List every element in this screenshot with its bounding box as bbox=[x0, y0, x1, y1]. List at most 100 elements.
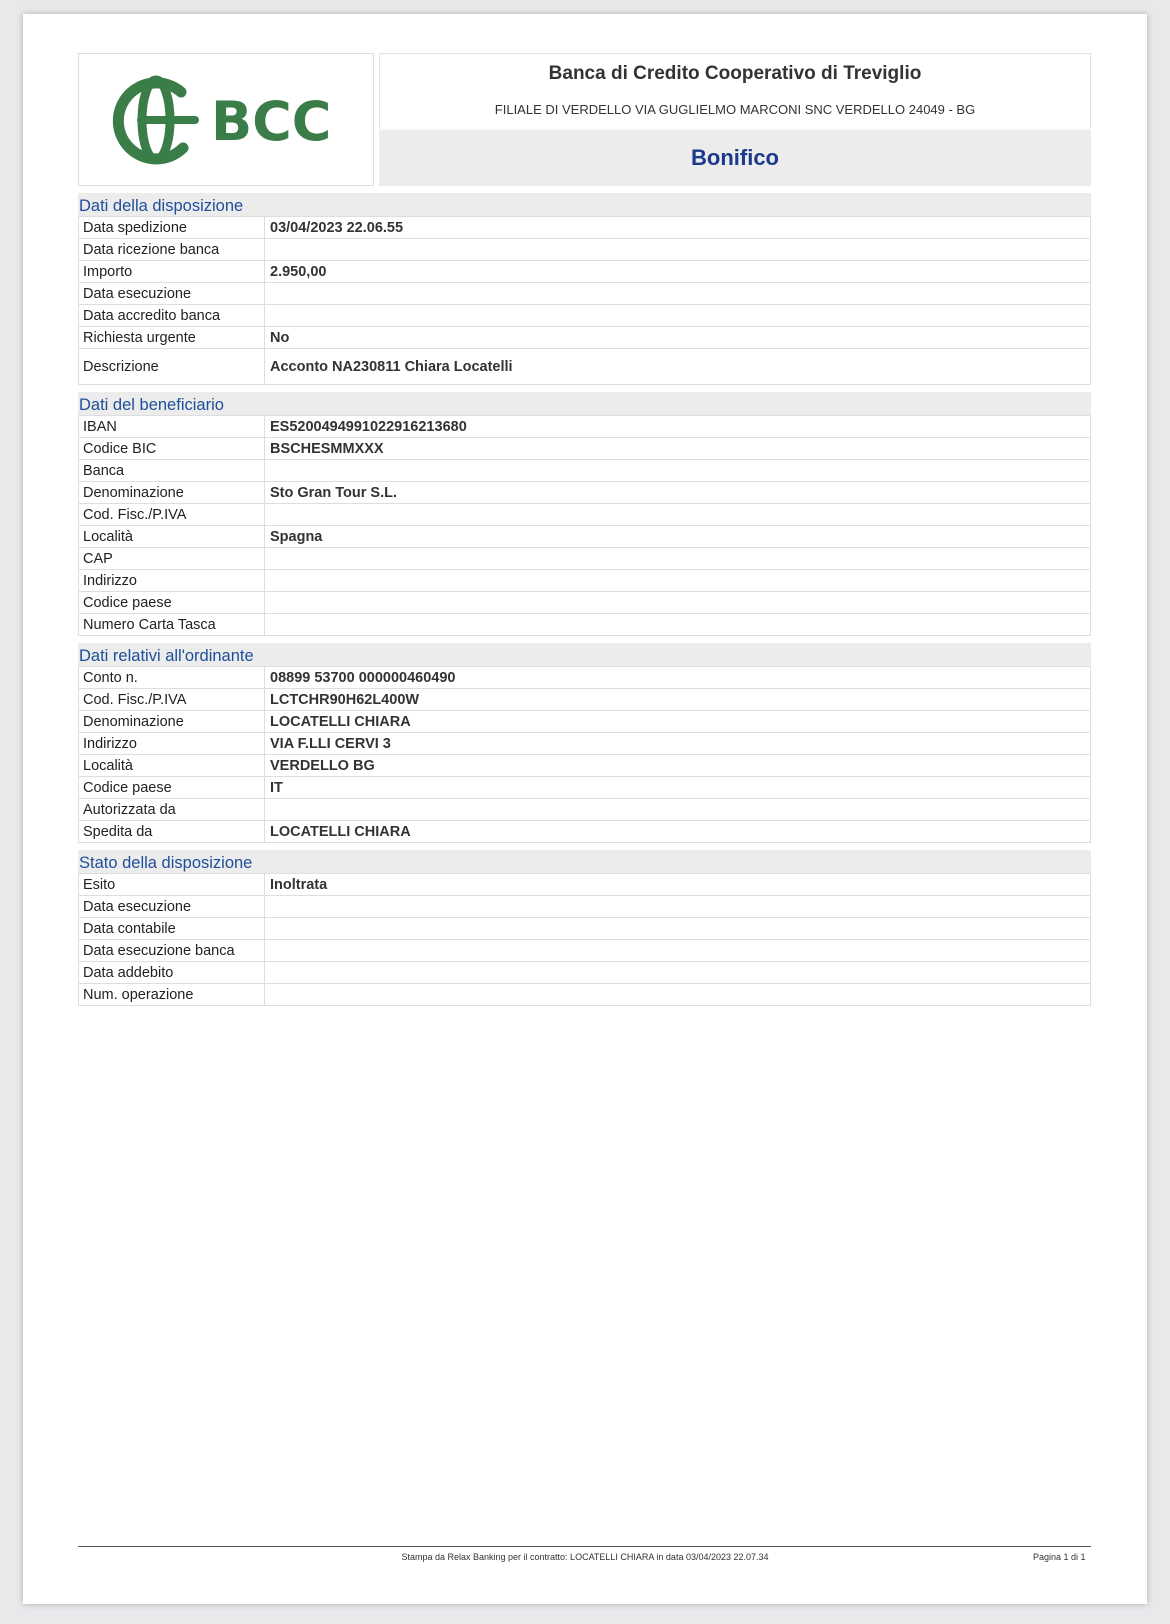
table-row: Indirizzo VIA F.LLI CERVI 3 bbox=[78, 732, 1091, 755]
sections-container: Dati della disposizione Data spedizione 03… bbox=[78, 193, 1091, 1006]
field-value bbox=[264, 939, 1091, 962]
field-value bbox=[264, 895, 1091, 918]
field-label: Data ricezione banca bbox=[78, 238, 265, 261]
document-content: BCC Banca di Credito Cooperativo di Trev… bbox=[78, 53, 1091, 1006]
field-label: Data accredito banca bbox=[78, 304, 265, 327]
table-row: Codice paese IT bbox=[78, 776, 1091, 799]
table-row: CAP bbox=[78, 547, 1091, 570]
table-row: Num. operazione bbox=[78, 983, 1091, 1006]
field-value bbox=[264, 613, 1091, 636]
field-value bbox=[264, 569, 1091, 592]
field-label: Indirizzo bbox=[78, 569, 265, 592]
field-label: Conto n. bbox=[78, 666, 265, 689]
bcc-logo-icon: BCC bbox=[112, 75, 331, 164]
field-value bbox=[264, 917, 1091, 940]
section-table: Data spedizione 03/04/2023 22.06.55 Data r… bbox=[78, 216, 1091, 385]
field-label: Banca bbox=[78, 459, 265, 482]
table-row: Autorizzata da bbox=[78, 798, 1091, 821]
field-label: IBAN bbox=[78, 415, 265, 438]
table-row: Data esecuzione bbox=[78, 895, 1091, 918]
field-label: Descrizione bbox=[78, 348, 265, 385]
table-row: Richiesta urgente No bbox=[78, 326, 1091, 349]
field-value bbox=[264, 238, 1091, 261]
table-row: Denominazione LOCATELLI CHIARA bbox=[78, 710, 1091, 733]
field-value bbox=[264, 547, 1091, 570]
field-value: Spagna bbox=[264, 525, 1091, 548]
document-header: BCC Banca di Credito Cooperativo di Trev… bbox=[78, 53, 1091, 186]
field-value: 08899 53700 000000460490 bbox=[264, 666, 1091, 689]
field-label: Denominazione bbox=[78, 481, 265, 504]
field-value: Inoltrata bbox=[264, 873, 1091, 896]
document-title: Bonifico bbox=[691, 145, 779, 171]
document-title-box: Bonifico bbox=[379, 128, 1091, 186]
section-table: Esito Inoltrata Data esecuzione Data contab… bbox=[78, 873, 1091, 1006]
field-label: CAP bbox=[78, 547, 265, 570]
table-row: Spedita da LOCATELLI CHIARA bbox=[78, 820, 1091, 843]
table-row: Data addebito bbox=[78, 961, 1091, 984]
field-value: VIA F.LLI CERVI 3 bbox=[264, 732, 1091, 755]
table-row: Banca bbox=[78, 459, 1091, 482]
field-label: Cod. Fisc./P.IVA bbox=[78, 688, 265, 711]
field-value bbox=[264, 304, 1091, 327]
field-label: Data esecuzione bbox=[78, 282, 265, 305]
field-value: No bbox=[264, 326, 1091, 349]
table-row: Importo 2.950,00 bbox=[78, 260, 1091, 283]
field-label: Codice BIC bbox=[78, 437, 265, 460]
field-value bbox=[264, 961, 1091, 984]
section: Dati della disposizione Data spedizione 03… bbox=[78, 193, 1091, 385]
table-row: Esito Inoltrata bbox=[78, 873, 1091, 896]
footer-print-info: Stampa da Relax Banking per il contratto… bbox=[401, 1552, 769, 1562]
logo-text: BCC bbox=[211, 90, 331, 153]
field-label: Importo bbox=[78, 260, 265, 283]
field-label: Località bbox=[78, 525, 265, 548]
bank-info-top: Banca di Credito Cooperativo di Trevigli… bbox=[379, 53, 1091, 129]
table-row: Codice BIC BSCHESMMXXX bbox=[78, 437, 1091, 460]
bank-logo: BCC bbox=[78, 53, 374, 186]
field-label: Richiesta urgente bbox=[78, 326, 265, 349]
table-row: IBAN ES5200494991022916213680 bbox=[78, 415, 1091, 438]
field-value: Acconto NA230811 Chiara Locatelli bbox=[264, 348, 1091, 385]
field-value bbox=[264, 459, 1091, 482]
section-table: Conto n. 08899 53700 000000460490 Cod. Fis… bbox=[78, 666, 1091, 843]
bank-info: Banca di Credito Cooperativo di Trevigli… bbox=[379, 53, 1091, 186]
field-label: Data spedizione bbox=[78, 216, 265, 239]
field-value: LOCATELLI CHIARA bbox=[264, 710, 1091, 733]
field-value bbox=[264, 798, 1091, 821]
table-row: Località VERDELLO BG bbox=[78, 754, 1091, 777]
table-row: Descrizione Acconto NA230811 Chiara Locat… bbox=[78, 348, 1091, 385]
table-row: Data esecuzione banca bbox=[78, 939, 1091, 962]
table-row: Località Spagna bbox=[78, 525, 1091, 548]
field-value: LCTCHR90H62L400W bbox=[264, 688, 1091, 711]
field-label: Denominazione bbox=[78, 710, 265, 733]
field-label: Località bbox=[78, 754, 265, 777]
field-label: Num. operazione bbox=[78, 983, 265, 1006]
field-value bbox=[264, 591, 1091, 614]
field-value bbox=[264, 983, 1091, 1006]
section: Stato della disposizione Esito Inoltrata Da… bbox=[78, 850, 1091, 1006]
field-label: Numero Carta Tasca bbox=[78, 613, 265, 636]
field-label: Esito bbox=[78, 873, 265, 896]
field-value: BSCHESMMXXX bbox=[264, 437, 1091, 460]
section: Dati relativi all'ordinante Conto n. 08899… bbox=[78, 643, 1091, 843]
field-label: Data esecuzione bbox=[78, 895, 265, 918]
field-value: IT bbox=[264, 776, 1091, 799]
table-row: Data ricezione banca bbox=[78, 238, 1091, 261]
table-row: Codice paese bbox=[78, 591, 1091, 614]
branch-address: FILIALE DI VERDELLO VIA GUGLIELMO MARCON… bbox=[494, 102, 976, 117]
field-label: Codice paese bbox=[78, 776, 265, 799]
footer-divider bbox=[78, 1546, 1091, 1547]
field-label: Data addebito bbox=[78, 961, 265, 984]
field-value: VERDELLO BG bbox=[264, 754, 1091, 777]
table-row: Data spedizione 03/04/2023 22.06.55 bbox=[78, 216, 1091, 239]
field-label: Spedita da bbox=[78, 820, 265, 843]
field-label: Data esecuzione banca bbox=[78, 939, 265, 962]
section-title: Dati del beneficiario bbox=[78, 392, 1091, 415]
field-value: LOCATELLI CHIARA bbox=[264, 820, 1091, 843]
table-row: Data accredito banca bbox=[78, 304, 1091, 327]
table-row: Denominazione Sto Gran Tour S.L. bbox=[78, 481, 1091, 504]
table-row: Cod. Fisc./P.IVA LCTCHR90H62L400W bbox=[78, 688, 1091, 711]
section-title: Dati della disposizione bbox=[78, 193, 1091, 216]
table-row: Numero Carta Tasca bbox=[78, 613, 1091, 636]
table-row: Cod. Fisc./P.IVA bbox=[78, 503, 1091, 526]
bank-name: Banca di Credito Cooperativo di Trevigli… bbox=[548, 63, 922, 84]
